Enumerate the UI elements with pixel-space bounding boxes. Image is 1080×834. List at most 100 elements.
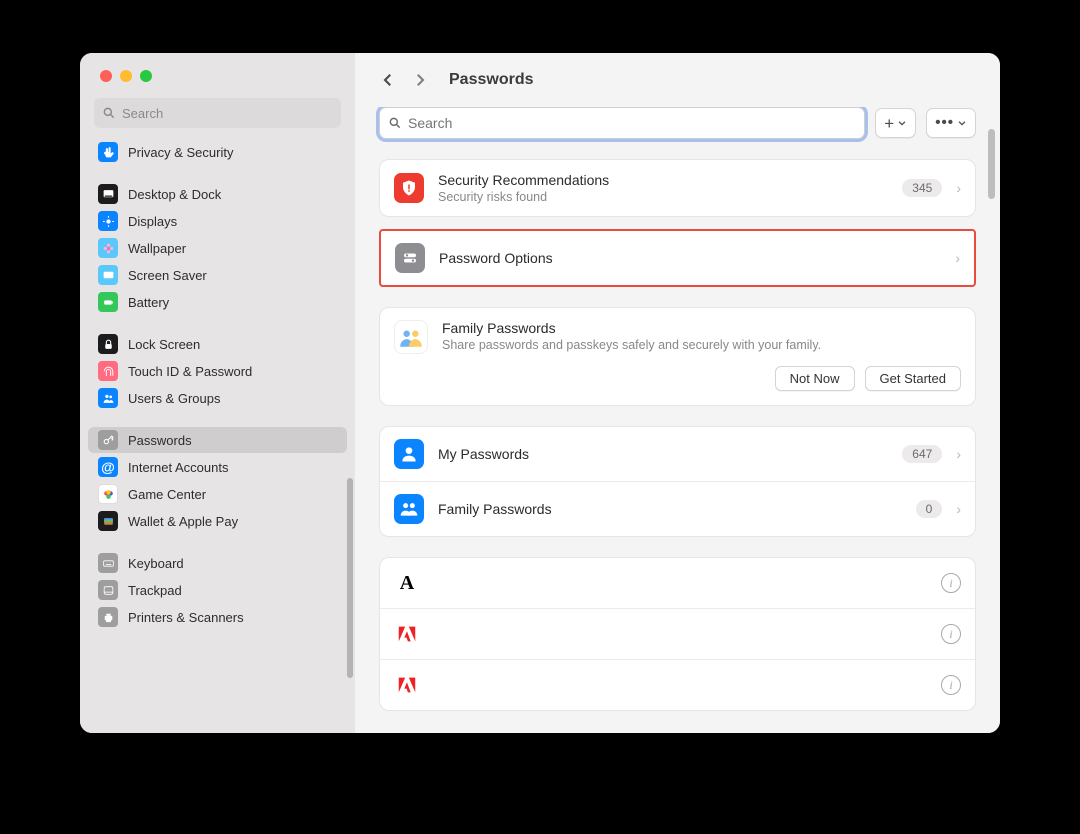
sidebar-item-label: Wallpaper [128,241,186,256]
sidebar-item-label: Trackpad [128,583,182,598]
sidebar-item-label: Wallet & Apple Pay [128,514,238,529]
sidebar-item-label: Passwords [128,433,192,448]
sidebar-search-placeholder: Search [122,106,163,121]
password-entry-row[interactable]: i [380,609,975,660]
toggle-switches-icon [395,243,425,273]
info-button[interactable]: i [941,624,961,644]
more-options-button[interactable]: ••• [926,108,976,138]
password-options-card: Password Options › [379,229,976,287]
sidebar-item-internet-accounts[interactable]: @Internet Accounts [88,454,347,480]
sidebar-item-privacy-security[interactable]: Privacy & Security [88,139,347,165]
row-title: Security Recommendations [438,172,888,188]
shield-alert-icon [394,173,424,203]
sidebar-item-label: Touch ID & Password [128,364,252,379]
sidebar-separator [88,166,347,180]
wallet-icon [98,511,118,531]
sidebar-separator [88,316,347,330]
sidebar-item-game-center[interactable]: Game Center [88,481,347,507]
security-card-group: Security Recommendations Security risks … [379,159,976,217]
window-controls [80,53,355,98]
sidebar-item-battery[interactable]: Battery [88,289,347,315]
sidebar-item-label: Battery [128,295,169,310]
chevron-left-icon [379,71,397,89]
main-header: Passwords [355,53,1000,107]
family-icon [394,320,428,354]
row-text: Family Passwords [438,501,902,517]
users-icon [98,388,118,408]
main-scrollbar[interactable] [988,129,995,199]
sidebar-item-touch-id-password[interactable]: Touch ID & Password [88,358,347,384]
sidebar-search[interactable]: Search [94,98,341,128]
sidebar-item-label: Lock Screen [128,337,200,352]
password-entry-row[interactable]: A i [380,558,975,609]
tp-icon [98,580,118,600]
main-pane: Passwords + ••• [355,53,1000,733]
game-icon [98,484,118,504]
add-password-button[interactable]: + [875,108,916,138]
print-icon [98,607,118,627]
zoom-window-button[interactable] [140,70,152,82]
sidebar-item-keyboard[interactable]: Keyboard [88,550,347,576]
system-settings-window: Search Privacy & Security Desktop & Dock D… [80,53,1000,733]
password-entry-row[interactable]: i [380,660,975,710]
key-icon [98,430,118,450]
chevron-right-icon: › [956,501,961,517]
entry-label-redacted [434,621,704,647]
dock-icon [98,184,118,204]
row-text: Security Recommendations Security risks … [438,172,888,204]
group-icon [394,439,424,469]
back-button[interactable] [379,71,397,89]
info-button[interactable]: i [941,573,961,593]
sidebar-scrollbar[interactable] [347,478,353,678]
family-passwords-promo: Family Passwords Share passwords and pas… [379,307,976,406]
minimize-window-button[interactable] [120,70,132,82]
row-subtitle: Security risks found [438,190,888,204]
sidebar: Search Privacy & Security Desktop & Dock D… [80,53,355,733]
row-title: Family Passwords [442,320,961,336]
password-search-input[interactable] [408,115,856,131]
sidebar-item-label: Desktop & Dock [128,187,221,202]
info-button[interactable]: i [941,675,961,695]
people-icon [398,324,424,350]
page-title: Passwords [449,71,533,89]
row-text: My Passwords [438,446,888,462]
chevron-down-icon [957,118,967,128]
site-icon [394,672,420,698]
switches-icon [401,249,419,267]
row-text: Password Options [439,250,941,266]
sidebar-item-trackpad[interactable]: Trackpad [88,577,347,603]
sidebar-item-label: Printers & Scanners [128,610,244,625]
sidebar-item-screen-saver[interactable]: Screen Saver [88,262,347,288]
sidebar-item-lock-screen[interactable]: Lock Screen [88,331,347,357]
password-search-field[interactable] [379,107,865,139]
at-icon: @ [98,457,118,477]
get-started-button[interactable]: Get Started [865,366,961,391]
sidebar-item-label: Privacy & Security [128,145,233,160]
sidebar-item-label: Screen Saver [128,268,207,283]
security-recommendations-row[interactable]: Security Recommendations Security risks … [380,160,975,216]
password-options-row[interactable]: Password Options › [381,231,974,285]
sidebar-item-displays[interactable]: Displays [88,208,347,234]
sidebar-item-wallpaper[interactable]: Wallpaper [88,235,347,261]
sidebar-item-label: Users & Groups [128,391,220,406]
sidebar-item-passwords[interactable]: Passwords [88,427,347,453]
row-title: Password Options [439,250,941,266]
close-window-button[interactable] [100,70,112,82]
forward-button[interactable] [411,71,429,89]
sidebar-item-printers-scanners[interactable]: Printers & Scanners [88,604,347,630]
sidebar-item-label: Displays [128,214,177,229]
sidebar-item-desktop-dock[interactable]: Desktop & Dock [88,181,347,207]
sidebar-list: Privacy & Security Desktop & Dock Displays… [80,138,355,733]
entry-label-redacted [434,672,704,698]
search-icon [102,106,116,120]
password-group-row[interactable]: My Passwords 647 › [380,427,975,482]
sidebar-item-wallet-apple-pay[interactable]: Wallet & Apple Pay [88,508,347,534]
sidebar-item-users-groups[interactable]: Users & Groups [88,385,347,411]
chevron-right-icon: › [956,180,961,196]
shield-icon [400,179,418,197]
count-badge: 647 [902,445,942,463]
password-group-row[interactable]: Family Passwords 0 › [380,482,975,536]
not-now-button[interactable]: Not Now [775,366,855,391]
row-subtitle: Share passwords and passkeys safely and … [442,338,961,352]
finger-icon [98,361,118,381]
